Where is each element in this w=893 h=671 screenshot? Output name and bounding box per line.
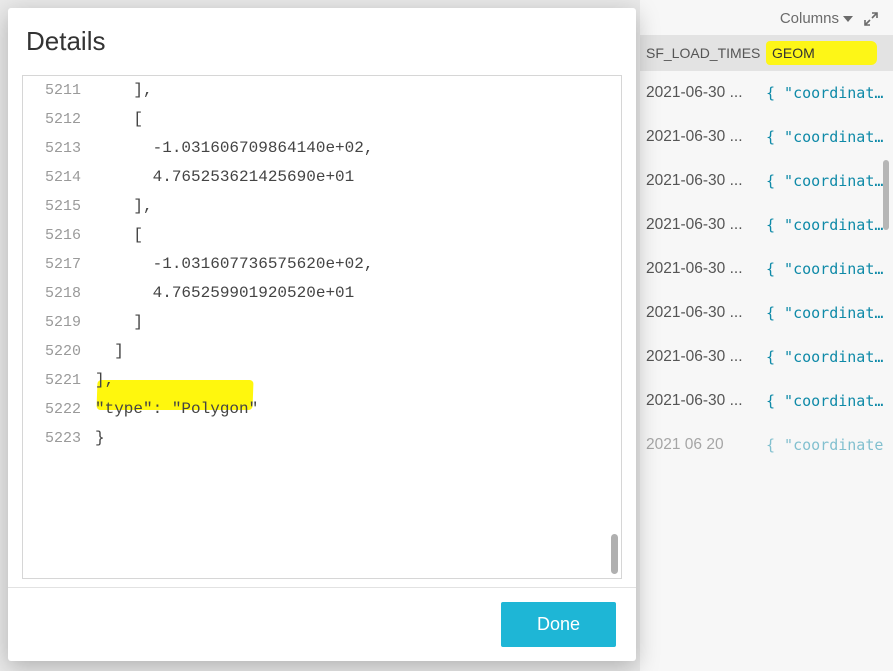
code-text: ]	[95, 337, 124, 365]
cell-timestamp: 2021-06-30 ...	[646, 128, 766, 146]
grid-toolbar: Columns	[640, 0, 893, 35]
cell-geom[interactable]: { "coordinate...	[766, 348, 887, 366]
column-header-geom[interactable]: GEOM	[766, 43, 887, 63]
table-row[interactable]: 2021-06-30 ...{ "coordinate...	[640, 379, 893, 423]
code-line: 5211 ],	[23, 76, 621, 105]
code-text: 4.765259901920520e+01	[95, 279, 354, 307]
cell-timestamp: 2021-06-30 ...	[646, 84, 766, 102]
grid-header-row: SF_LOAD_TIMES GEOM	[640, 35, 893, 71]
code-text: -1.031606709864140e+02,	[95, 134, 373, 162]
table-row[interactable]: 2021-06-30 ...{ "coordinate...	[640, 247, 893, 291]
line-number: 5211	[23, 77, 95, 105]
table-row[interactable]: 2021-06-30 ...{ "coordinate...	[640, 159, 893, 203]
scrollbar-thumb[interactable]	[611, 534, 618, 574]
modal-title: Details	[8, 8, 636, 67]
chevron-down-icon	[843, 16, 853, 22]
expand-icon[interactable]	[863, 11, 879, 27]
cell-timestamp: 2021-06-30 ...	[646, 216, 766, 234]
code-lines: 5211 ], 5212 [ 5213 -1.031606709864140e+…	[23, 76, 621, 453]
code-line: 5220 ]	[23, 337, 621, 366]
code-text: [	[95, 221, 143, 249]
code-line: 5214 4.765253621425690e+01	[23, 163, 621, 192]
details-modal: Details 5211 ], 5212 [ 5213 -1.031606709…	[8, 8, 636, 661]
line-number: 5217	[23, 251, 95, 279]
code-line: 5215 ],	[23, 192, 621, 221]
cell-geom[interactable]: { "coordinate...	[766, 216, 887, 234]
done-button[interactable]: Done	[501, 602, 616, 647]
code-line: 5222"type": "Polygon"	[23, 395, 621, 424]
line-number: 5213	[23, 135, 95, 163]
table-row[interactable]: 2021 06 20{ "coordinate	[640, 423, 893, 467]
code-text: ],	[95, 76, 153, 104]
cell-geom[interactable]: { "coordinate	[766, 436, 887, 454]
code-text: -1.031607736575620e+02,	[95, 250, 373, 278]
column-header-label: GEOM	[772, 45, 815, 61]
code-line: 5217 -1.031607736575620e+02,	[23, 250, 621, 279]
cell-timestamp: 2021-06-30 ...	[646, 260, 766, 278]
grid-body: 2021-06-30 ...{ "coordinate... 2021-06-3…	[640, 71, 893, 671]
code-line: 5218 4.765259901920520e+01	[23, 279, 621, 308]
columns-dropdown[interactable]: Columns	[780, 10, 853, 27]
results-grid: Columns SF_LOAD_TIMES GEOM 2021-06-30 ..…	[640, 0, 893, 671]
table-row[interactable]: 2021-06-30 ...{ "coordinate...	[640, 203, 893, 247]
column-header-sf-load-times[interactable]: SF_LOAD_TIMES	[646, 45, 766, 61]
code-line: 5212 [	[23, 105, 621, 134]
cell-geom[interactable]: { "coordinate...	[766, 392, 887, 410]
code-text: [	[95, 105, 143, 133]
cell-geom[interactable]: { "coordinate...	[766, 260, 887, 278]
cell-timestamp: 2021-06-30 ...	[646, 348, 766, 366]
line-number: 5223	[23, 425, 95, 453]
cell-timestamp: 2021-06-30 ...	[646, 304, 766, 322]
code-line: 5216 [	[23, 221, 621, 250]
code-text: ]	[95, 308, 143, 336]
cell-geom[interactable]: { "coordinate...	[766, 84, 887, 102]
code-text: ],	[95, 192, 153, 220]
line-number: 5222	[23, 396, 95, 424]
cell-geom[interactable]: { "coordinate...	[766, 304, 887, 322]
line-number: 5219	[23, 309, 95, 337]
column-header-label: SF_LOAD_TIMES	[646, 45, 760, 61]
cell-timestamp: 2021 06 20	[646, 436, 766, 454]
columns-label: Columns	[780, 10, 839, 27]
cell-geom[interactable]: { "coordinate...	[766, 172, 887, 190]
code-text: 4.765253621425690e+01	[95, 163, 354, 191]
code-line: 5221],	[23, 366, 621, 395]
scrollbar-thumb[interactable]	[883, 160, 889, 230]
line-number: 5216	[23, 222, 95, 250]
code-line: 5223}	[23, 424, 621, 453]
line-number: 5215	[23, 193, 95, 221]
code-viewer[interactable]: 5211 ], 5212 [ 5213 -1.031606709864140e+…	[22, 75, 622, 579]
table-row[interactable]: 2021-06-30 ...{ "coordinate...	[640, 335, 893, 379]
code-text: }	[95, 424, 105, 452]
table-row[interactable]: 2021-06-30 ...{ "coordinate...	[640, 291, 893, 335]
table-row[interactable]: 2021-06-30 ...{ "coordinate...	[640, 71, 893, 115]
cell-timestamp: 2021-06-30 ...	[646, 392, 766, 410]
cell-timestamp: 2021-06-30 ...	[646, 172, 766, 190]
table-row[interactable]: 2021-06-30 ...{ "coordinate...	[640, 115, 893, 159]
line-number: 5221	[23, 367, 95, 395]
line-number: 5220	[23, 338, 95, 366]
code-text: ],	[95, 366, 114, 394]
code-text: "type": "Polygon"	[95, 395, 258, 423]
code-line: 5213 -1.031606709864140e+02,	[23, 134, 621, 163]
modal-footer: Done	[8, 587, 636, 661]
line-number: 5212	[23, 106, 95, 134]
line-number: 5214	[23, 164, 95, 192]
cell-geom[interactable]: { "coordinate...	[766, 128, 887, 146]
code-line: 5219 ]	[23, 308, 621, 337]
line-number: 5218	[23, 280, 95, 308]
